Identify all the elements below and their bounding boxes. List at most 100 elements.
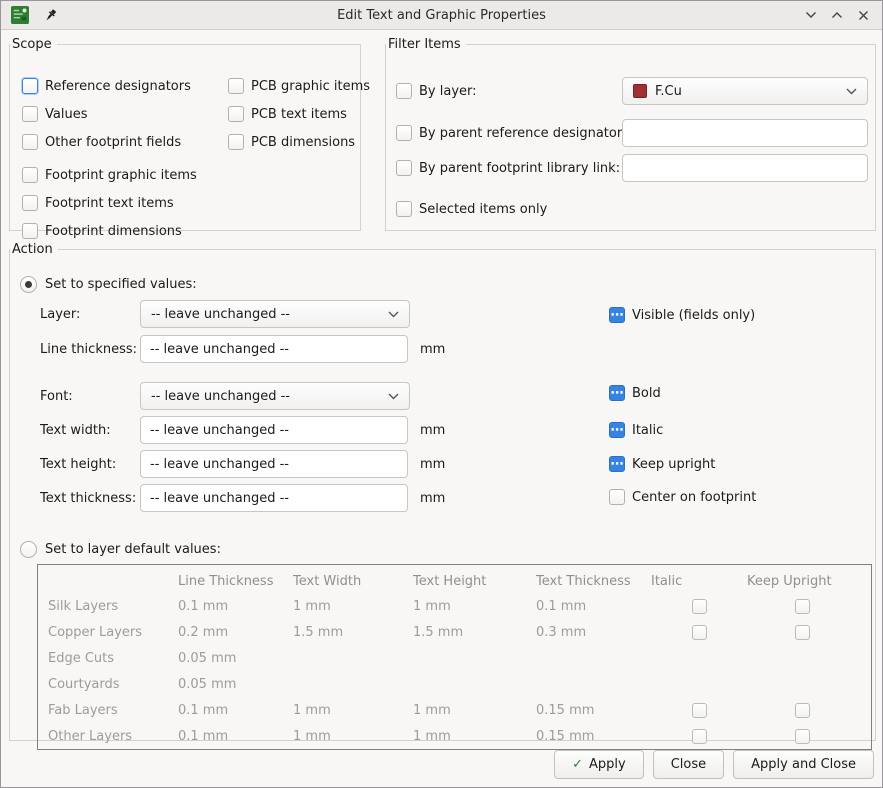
parent-reference-input[interactable] [622, 119, 868, 147]
col-header-text-width: Text Width [293, 574, 413, 589]
apply-and-close-button[interactable]: Apply and Close [733, 750, 874, 779]
checkbox-by-parent-reference[interactable]: By parent reference designator: [396, 123, 626, 143]
col-header-line-thickness: Line Thickness [178, 574, 293, 589]
checkbox-icon [228, 78, 244, 94]
text-thickness-label: Text thickness: [40, 488, 136, 508]
chevron-down-icon[interactable] [802, 6, 820, 24]
parent-library-input[interactable] [622, 154, 868, 182]
filter-items-legend: Filter Items [386, 37, 466, 52]
text-height-unit: mm [420, 454, 445, 474]
italic-checkbox[interactable] [692, 625, 707, 640]
checkbox-label: Footprint text items [45, 196, 174, 211]
text-thickness-value: 0.15 mm [536, 703, 651, 718]
checkbox-label: PCB dimensions [251, 135, 355, 150]
close-icon[interactable] [854, 6, 872, 24]
checkbox-pcb-graphic-items[interactable]: PCB graphic items [228, 76, 370, 96]
checkbox-label: Italic [632, 423, 663, 438]
checkbox-footprint-dimensions[interactable]: Footprint dimensions [22, 221, 182, 241]
checkbox-icon [22, 167, 38, 183]
toggle-keep-upright[interactable]: ⋯ Keep upright [609, 454, 715, 474]
checkbox-reference-designators[interactable]: Reference designators [22, 76, 191, 96]
pin-icon[interactable] [41, 6, 59, 24]
checkbox-values[interactable]: Values [22, 104, 87, 124]
checkbox-by-layer[interactable]: By layer: [396, 81, 477, 101]
checkbox-label: PCB graphic items [251, 79, 370, 94]
checkbox-icon [22, 134, 38, 150]
text-width-input[interactable] [140, 416, 408, 444]
toggle-bold[interactable]: ⋯ Bold [609, 383, 661, 403]
col-header-text-height: Text Height [413, 574, 536, 589]
text-thickness-value: 0.3 mm [536, 625, 651, 640]
checkbox-icon [22, 78, 38, 94]
radio-icon [20, 541, 37, 558]
apply-check-icon: ✓ [572, 757, 583, 772]
checkbox-label: Footprint dimensions [45, 224, 182, 239]
chevron-down-icon [846, 88, 857, 95]
radio-set-specified-values[interactable]: Set to specified values: [20, 274, 197, 294]
checkbox-icon [609, 489, 625, 505]
row-label: Edge Cuts [48, 651, 178, 666]
text-width-value: 1 mm [293, 599, 413, 614]
apply-and-close-button-label: Apply and Close [751, 757, 856, 772]
checkbox-selected-items-only[interactable]: Selected items only [396, 199, 547, 219]
app-icon [11, 6, 29, 24]
tristate-checkbox-icon: ⋯ [609, 307, 625, 323]
line-thickness-value: 0.2 mm [178, 625, 293, 640]
checkbox-icon [228, 106, 244, 122]
checkbox-label: By parent reference designator: [419, 126, 626, 141]
dialog-button-bar: ✓ Apply Close Apply and Close [554, 750, 874, 779]
font-select-value: -- leave unchanged -- [151, 389, 380, 404]
text-width-value: 1 mm [293, 703, 413, 718]
keep-upright-checkbox[interactable] [795, 599, 810, 614]
close-button[interactable]: Close [653, 750, 724, 779]
dialog-edit-text-graphic-properties: Edit Text and Graphic Properties Scope R… [0, 0, 883, 788]
checkbox-pcb-dimensions[interactable]: PCB dimensions [228, 132, 355, 152]
italic-checkbox[interactable] [692, 599, 707, 614]
line-thickness-label: Line thickness: [40, 339, 137, 359]
row-label: Courtyards [48, 677, 178, 692]
text-height-value: 1.5 mm [413, 625, 536, 640]
line-thickness-input[interactable] [140, 335, 408, 363]
checkbox-label: Visible (fields only) [632, 308, 755, 323]
layer-select[interactable]: -- leave unchanged -- [140, 300, 410, 328]
chevron-up-icon[interactable] [828, 6, 846, 24]
table-header-row: Line Thickness Text Width Text Height Te… [48, 569, 871, 593]
text-height-input[interactable] [140, 450, 408, 478]
apply-button[interactable]: ✓ Apply [554, 750, 644, 779]
checkbox-center-on-footprint[interactable]: Center on footprint [609, 487, 756, 507]
keep-upright-checkbox[interactable] [795, 729, 810, 744]
line-thickness-value: 0.1 mm [178, 729, 293, 744]
toggle-visible[interactable]: ⋯ Visible (fields only) [609, 305, 755, 325]
checkbox-icon [396, 201, 412, 217]
text-thickness-input[interactable] [140, 484, 408, 512]
checkbox-pcb-text-items[interactable]: PCB text items [228, 104, 347, 124]
layer-combobox[interactable]: F.Cu [622, 77, 868, 105]
toggle-italic[interactable]: ⋯ Italic [609, 420, 663, 440]
tristate-checkbox-icon: ⋯ [609, 422, 625, 438]
checkbox-label: PCB text items [251, 107, 347, 122]
checkbox-footprint-text-items[interactable]: Footprint text items [22, 193, 174, 213]
checkbox-footprint-graphic-items[interactable]: Footprint graphic items [22, 165, 197, 185]
italic-checkbox[interactable] [692, 729, 707, 744]
line-thickness-unit: mm [420, 339, 445, 359]
checkbox-label: By parent footprint library link: [419, 161, 620, 176]
italic-checkbox[interactable] [692, 703, 707, 718]
row-label: Other Layers [48, 729, 178, 744]
layer-color-swatch [633, 84, 647, 98]
line-thickness-value: 0.1 mm [178, 703, 293, 718]
layer-defaults-table: Line Thickness Text Width Text Height Te… [37, 564, 872, 750]
tristate-checkbox-icon: ⋯ [609, 385, 625, 401]
radio-set-layer-defaults[interactable]: Set to layer default values: [20, 539, 221, 559]
tristate-checkbox-icon: ⋯ [609, 456, 625, 472]
titlebar[interactable]: Edit Text and Graphic Properties [1, 1, 882, 30]
text-width-label: Text width: [40, 420, 111, 440]
checkbox-by-parent-library[interactable]: By parent footprint library link: [396, 158, 620, 178]
keep-upright-checkbox[interactable] [795, 703, 810, 718]
col-header-keep-upright: Keep Upright [747, 574, 857, 589]
keep-upright-checkbox[interactable] [795, 625, 810, 640]
font-select[interactable]: -- leave unchanged -- [140, 382, 410, 410]
table-row-edge-cuts: Edge Cuts 0.05 mm [48, 645, 871, 671]
checkbox-icon [22, 223, 38, 239]
checkbox-other-footprint-fields[interactable]: Other footprint fields [22, 132, 181, 152]
chevron-down-icon [388, 393, 399, 400]
